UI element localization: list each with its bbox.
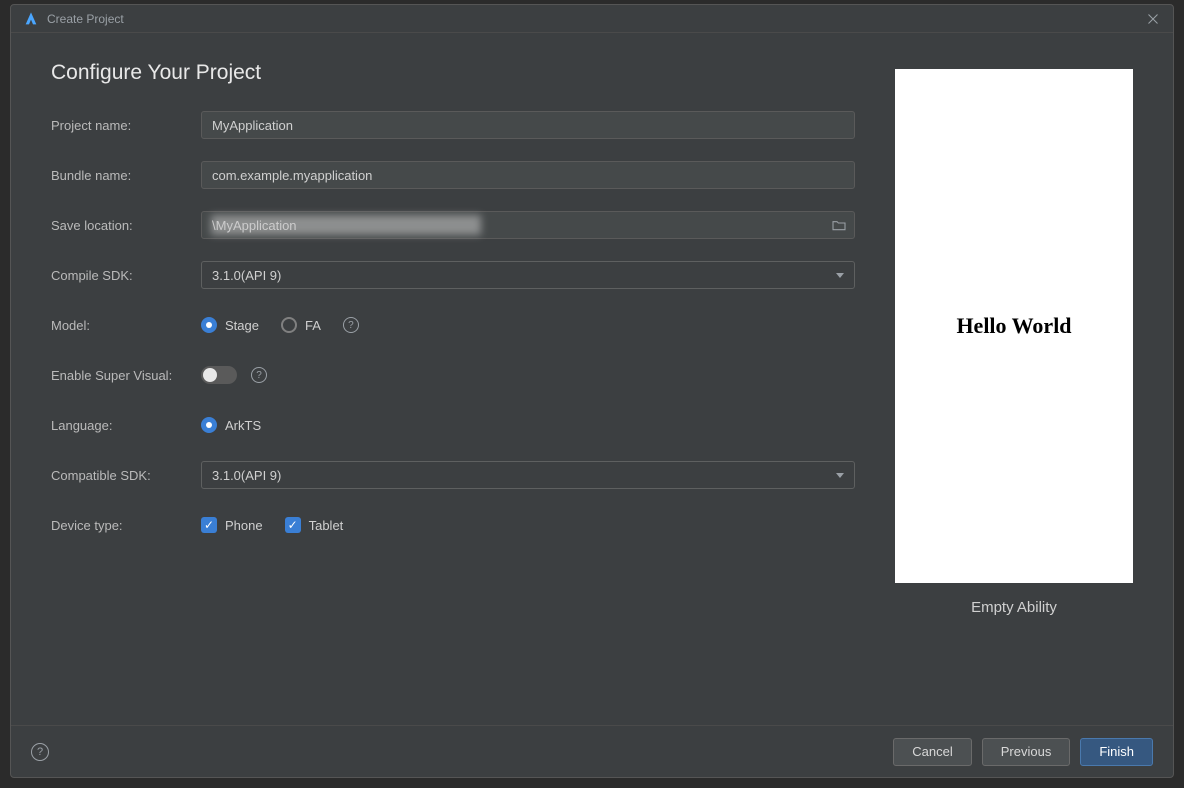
dialog-footer: ? Cancel Previous Finish [11, 725, 1173, 777]
row-project-name: Project name: [51, 111, 855, 139]
row-bundle-name: Bundle name: [51, 161, 855, 189]
browse-folder-icon[interactable] [831, 217, 847, 233]
label-compatible-sdk: Compatible SDK: [51, 468, 201, 483]
radio-label-stage: Stage [225, 318, 259, 333]
label-super-visual: Enable Super Visual: [51, 368, 201, 383]
label-language: Language: [51, 418, 201, 433]
super-visual-toggle[interactable] [201, 366, 237, 384]
label-bundle-name: Bundle name: [51, 168, 201, 183]
redacted-path-overlay [211, 215, 481, 235]
compatible-sdk-value: 3.1.0(API 9) [212, 468, 281, 483]
previous-button[interactable]: Previous [982, 738, 1071, 766]
radio-language-arkts[interactable]: ArkTS [201, 417, 261, 433]
checkbox-phone[interactable]: ✓ Phone [201, 517, 263, 533]
footer-help-icon[interactable]: ? [31, 743, 49, 761]
checkbox-check-icon: ✓ [201, 517, 217, 533]
row-language: Language: ArkTS [51, 411, 855, 439]
label-compile-sdk: Compile SDK: [51, 268, 201, 283]
row-model: Model: Stage FA ? [51, 311, 855, 339]
finish-button[interactable]: Finish [1080, 738, 1153, 766]
bundle-name-input[interactable] [201, 161, 855, 189]
app-logo-icon [23, 11, 39, 27]
titlebar: Create Project [11, 5, 1173, 33]
project-name-input[interactable] [201, 111, 855, 139]
toggle-knob-icon [203, 368, 217, 382]
chevron-down-icon [836, 473, 844, 478]
checkbox-check-icon: ✓ [285, 517, 301, 533]
close-icon[interactable] [1145, 11, 1161, 27]
page-title: Configure Your Project [51, 61, 855, 85]
row-device-type: Device type: ✓ Phone ✓ Tablet [51, 511, 855, 539]
form-area: Configure Your Project Project name: Bun… [51, 61, 855, 705]
checkbox-label-phone: Phone [225, 518, 263, 533]
cancel-button[interactable]: Cancel [893, 738, 971, 766]
help-icon[interactable]: ? [343, 317, 359, 333]
label-project-name: Project name: [51, 118, 201, 133]
preview-text: Hello World [956, 313, 1071, 339]
chevron-down-icon [836, 273, 844, 278]
row-compile-sdk: Compile SDK: 3.1.0(API 9) [51, 261, 855, 289]
radio-model-fa[interactable]: FA [281, 317, 321, 333]
label-save-location: Save location: [51, 218, 201, 233]
row-compatible-sdk: Compatible SDK: 3.1.0(API 9) [51, 461, 855, 489]
row-super-visual: Enable Super Visual: ? [51, 361, 855, 389]
radio-dot-icon [201, 417, 217, 433]
compile-sdk-value: 3.1.0(API 9) [212, 268, 281, 283]
checkbox-label-tablet: Tablet [309, 518, 344, 533]
compatible-sdk-select[interactable]: 3.1.0(API 9) [201, 461, 855, 489]
radio-label-arkts: ArkTS [225, 418, 261, 433]
help-icon[interactable]: ? [251, 367, 267, 383]
label-device-type: Device type: [51, 518, 201, 533]
radio-dot-icon [281, 317, 297, 333]
row-save-location: Save location: [51, 211, 855, 239]
radio-dot-icon [201, 317, 217, 333]
radio-label-fa: FA [305, 318, 321, 333]
dialog-content: Configure Your Project Project name: Bun… [11, 33, 1173, 725]
checkbox-tablet[interactable]: ✓ Tablet [285, 517, 344, 533]
preview-caption: Empty Ability [971, 599, 1057, 616]
create-project-dialog: Create Project Configure Your Project Pr… [10, 4, 1174, 778]
label-model: Model: [51, 318, 201, 333]
compile-sdk-select[interactable]: 3.1.0(API 9) [201, 261, 855, 289]
window-title: Create Project [47, 12, 1145, 26]
phone-preview: Hello World [895, 69, 1133, 583]
preview-area: Hello World Empty Ability [895, 61, 1133, 705]
radio-model-stage[interactable]: Stage [201, 317, 259, 333]
